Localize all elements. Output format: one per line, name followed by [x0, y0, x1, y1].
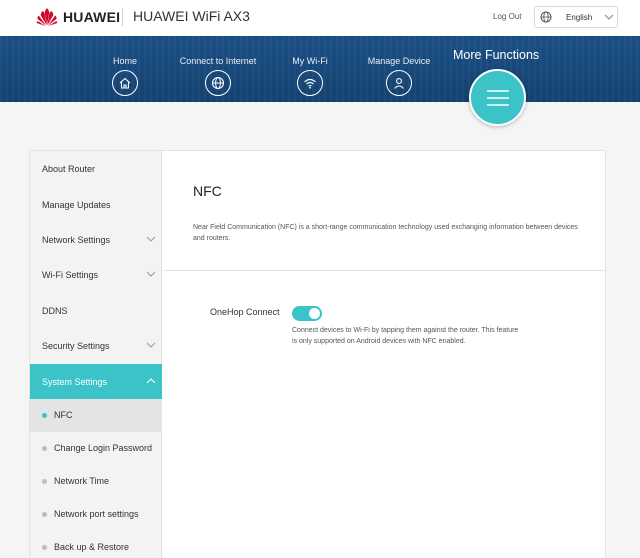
header-divider [122, 8, 123, 26]
sidebar-item-manage-updates[interactable]: Manage Updates [30, 187, 162, 222]
sidebar-item-network-settings[interactable]: Network Settings [30, 222, 162, 257]
globe-icon [540, 11, 552, 23]
globe-icon [205, 70, 231, 96]
onehop-connect-help: Connect devices to Wi-Fi by tapping them… [292, 327, 519, 345]
nav-my-wifi-label: My Wi-Fi [292, 56, 328, 66]
wifi-icon [297, 70, 323, 96]
sidebar-subitem-backup-restore[interactable]: Back up & Restore [30, 531, 162, 558]
sidebar-item-label: Manage Updates [42, 200, 111, 210]
page-title: NFC [193, 183, 222, 199]
chevron-down-icon [146, 271, 156, 277]
section-divider [163, 270, 605, 271]
sidebar: About Router Manage Updates Network Sett… [30, 151, 162, 558]
huawei-logo: HUAWEI [36, 7, 120, 27]
top-bar: HUAWEI HUAWEI WiFi AX3 Log Out English [0, 0, 640, 36]
sidebar-item-label: Security Settings [42, 341, 110, 351]
nav-my-wifi[interactable]: My Wi-Fi [290, 56, 330, 96]
sidebar-item-ddns[interactable]: DDNS [30, 293, 162, 328]
toggle-knob [309, 308, 320, 319]
sidebar-subitem-label: Network port settings [54, 509, 139, 519]
sidebar-item-label: Network Settings [42, 235, 111, 245]
user-icon [386, 70, 412, 96]
page-description: Near Field Communication (NFC) is a shor… [193, 224, 578, 242]
bullet-icon [42, 413, 47, 418]
nav-connect-label: Connect to Internet [179, 56, 257, 66]
sidebar-item-system-settings[interactable]: System Settings [30, 364, 162, 399]
sidebar-subitem-change-login-password[interactable]: Change Login Password [30, 432, 162, 465]
chevron-down-icon [604, 14, 614, 20]
sidebar-subitem-network-time[interactable]: Network Time [30, 465, 162, 498]
chevron-up-icon [146, 378, 156, 384]
main-content: NFC Near Field Communication (NFC) is a … [163, 151, 605, 558]
nav-connect-to-internet[interactable]: Connect to Internet [177, 56, 259, 96]
sidebar-subitem-label: Network Time [54, 476, 110, 486]
onehop-connect-label: OneHop Connect [210, 307, 280, 317]
sidebar-item-label: DDNS [42, 306, 68, 316]
sidebar-item-about-router[interactable]: About Router [30, 151, 162, 186]
settings-panel: About Router Manage Updates Network Sett… [29, 150, 606, 558]
language-value: English [566, 13, 593, 22]
huawei-logo-icon [36, 8, 58, 27]
sidebar-item-label: System Settings [42, 377, 108, 387]
home-icon [112, 70, 138, 96]
more-functions-label[interactable]: More Functions [453, 48, 539, 62]
menu-icon [486, 89, 509, 106]
sidebar-subitem-network-port-settings[interactable]: Network port settings [30, 498, 162, 531]
nav-home-label: Home [112, 56, 137, 66]
nav-manage-device-label: Manage Device [367, 56, 431, 66]
language-select[interactable]: English [534, 6, 618, 28]
sidebar-subitem-label: Change Login Password [54, 443, 153, 453]
chevron-down-icon [146, 236, 156, 242]
bullet-icon [42, 446, 47, 451]
nav-manage-device[interactable]: Manage Device [364, 56, 434, 96]
sidebar-subitem-label: NFC [54, 410, 73, 420]
sidebar-subitem-label: Back up & Restore [54, 542, 130, 552]
bullet-icon [42, 479, 47, 484]
product-name: HUAWEI WiFi AX3 [133, 8, 250, 24]
chevron-down-icon [146, 342, 156, 348]
bullet-icon [42, 545, 47, 550]
sidebar-subitem-nfc[interactable]: NFC [30, 399, 162, 432]
more-functions-button[interactable] [469, 69, 526, 126]
sidebar-item-wifi-settings[interactable]: Wi-Fi Settings [30, 257, 162, 292]
brand-name: HUAWEI [63, 9, 121, 25]
logout-link[interactable]: Log Out [493, 12, 521, 21]
bullet-icon [42, 512, 47, 517]
sidebar-item-label: About Router [42, 164, 96, 174]
sidebar-item-security-settings[interactable]: Security Settings [30, 328, 162, 363]
onehop-connect-toggle[interactable] [292, 306, 322, 321]
nav-home[interactable]: Home [105, 56, 145, 96]
sidebar-item-label: Wi-Fi Settings [42, 270, 99, 280]
